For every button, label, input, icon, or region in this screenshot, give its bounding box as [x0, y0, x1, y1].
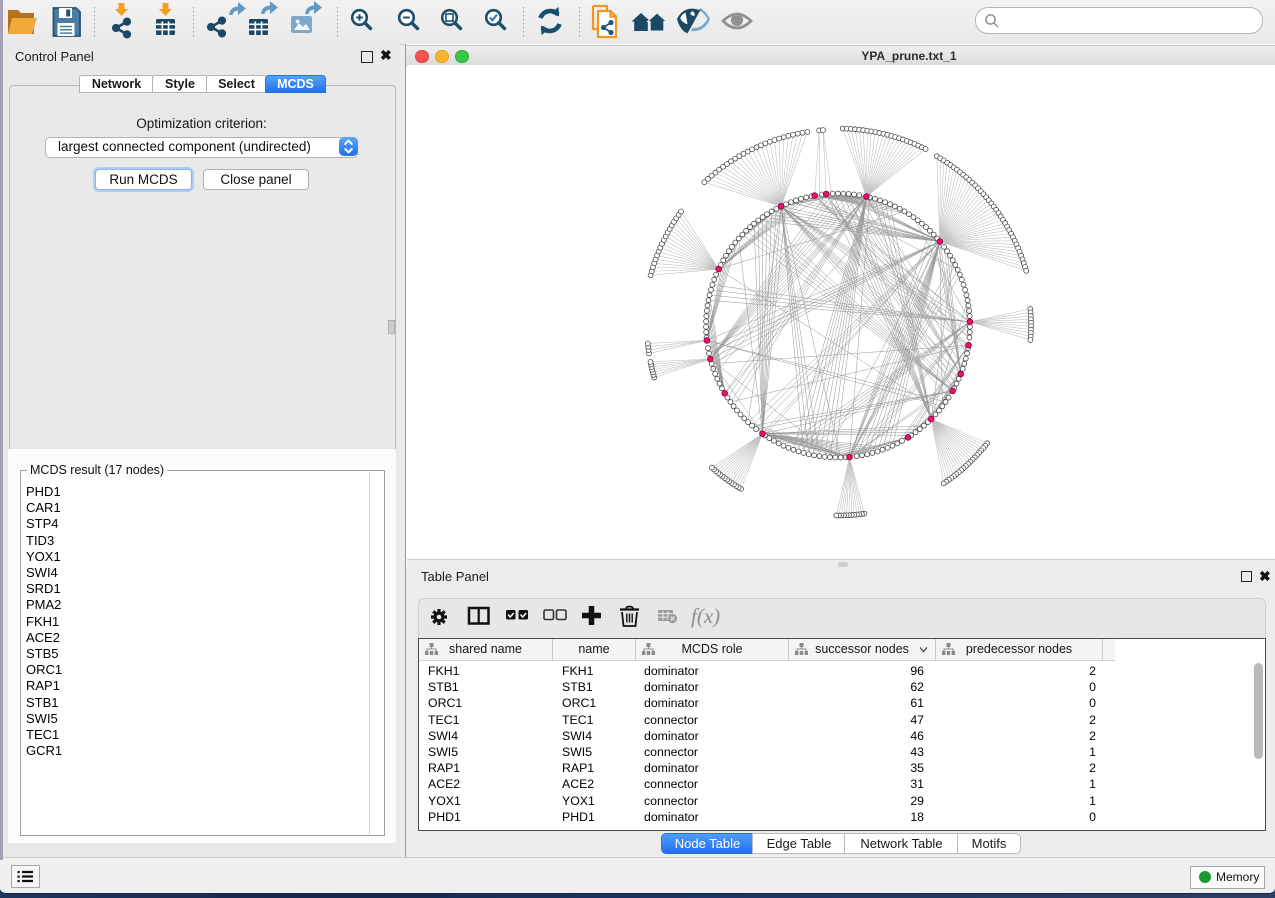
svg-text:f(x): f(x): [691, 604, 720, 628]
